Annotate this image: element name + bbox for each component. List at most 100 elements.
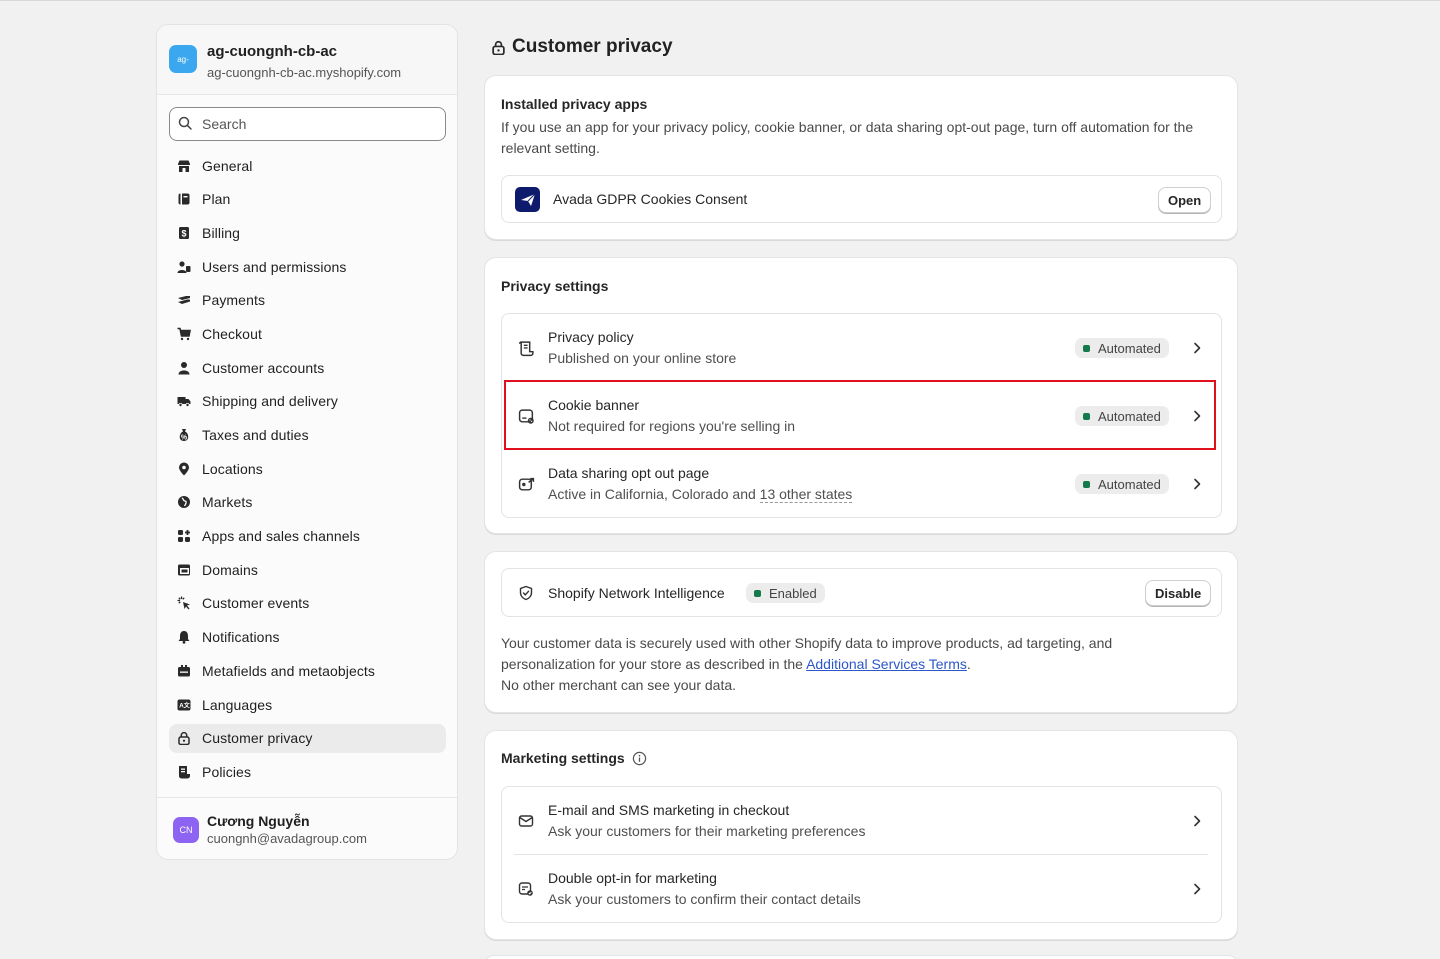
sidebar-item-general[interactable]: General: [169, 151, 446, 180]
row-subtitle: Not required for regions you're selling …: [548, 418, 796, 434]
app-row: Avada GDPR Cookies Consent Open: [501, 175, 1222, 223]
settings-nav: General Plan $ Billing Users and permiss…: [169, 151, 446, 791]
privacy-settings-card: Privacy settings Privacy policy Publishe…: [484, 257, 1238, 534]
truck-icon: [177, 394, 191, 408]
svg-text:$: $: [181, 228, 186, 238]
sidebar-item-policies[interactable]: Policies: [169, 757, 446, 786]
data-sharing-icon: [516, 474, 536, 494]
sidebar-item-plan[interactable]: Plan: [169, 185, 446, 214]
sidebar-item-label: Domains: [202, 561, 258, 578]
shield-icon: [516, 583, 536, 603]
privacy-settings-list: Privacy policy Published on your online …: [501, 313, 1222, 518]
row-title: Shopify Network Intelligence: [548, 585, 725, 601]
sidebar-item-checkout[interactable]: Checkout: [169, 319, 446, 348]
open-app-button[interactable]: Open: [1158, 187, 1212, 213]
sidebar-item-users[interactable]: Users and permissions: [169, 252, 446, 281]
search-input[interactable]: [202, 116, 432, 132]
disable-button[interactable]: Disable: [1145, 580, 1212, 606]
bell-icon: [177, 630, 191, 644]
plan-icon: [177, 192, 191, 206]
payments-icon: [177, 293, 191, 307]
marketing-settings-list: E-mail and SMS marketing in checkout Ask…: [501, 786, 1222, 923]
sidebar-item-label: Payments: [202, 292, 266, 309]
sidebar-item-label: Languages: [202, 696, 273, 713]
sidebar-item-domains[interactable]: Domains: [169, 555, 446, 584]
privacy-policy-row[interactable]: Privacy policy Published on your online …: [502, 314, 1221, 382]
sidebar-item-apps[interactable]: Apps and sales channels: [169, 522, 446, 551]
sidebar-item-payments[interactable]: Payments: [169, 286, 446, 315]
row-subtitle: Ask your customers for their marketing p…: [548, 823, 866, 839]
page-title-text: Customer privacy: [512, 36, 673, 57]
data-sharing-row[interactable]: Data sharing opt out page Active in Cali…: [502, 450, 1221, 518]
metafields-icon: [177, 664, 191, 678]
sidebar-item-label: Shipping and delivery: [202, 393, 338, 410]
status-badge: Automated: [1075, 406, 1169, 426]
additional-services-terms-link[interactable]: Additional Services Terms: [806, 656, 967, 672]
row-title: E-mail and SMS marketing in checkout: [548, 802, 790, 818]
app-name: Avada GDPR Cookies Consent: [553, 191, 748, 207]
double-opt-in-row[interactable]: Double opt-in for marketing Ask your cus…: [502, 855, 1221, 923]
sidebar-item-label: Apps and sales channels: [202, 528, 360, 545]
sidebar-item-customer-events[interactable]: Customer events: [169, 589, 446, 618]
user-profile[interactable]: CN Cương Nguyễn cuongnh@avadagroup.com: [157, 797, 457, 859]
store-name: ag-cuongnh-cb-ac: [207, 43, 337, 60]
card-title: Privacy settings: [501, 278, 609, 294]
top-border: [0, 0, 1440, 1]
apps-icon: [177, 529, 191, 543]
sidebar-item-label: General: [202, 157, 253, 174]
search-box[interactable]: [169, 107, 446, 141]
cookie-banner-row[interactable]: Cookie banner Not required for regions y…: [502, 382, 1221, 450]
sidebar-item-label: Users and permissions: [202, 258, 347, 275]
sidebar-item-label: Markets: [202, 494, 253, 511]
store-icon: [177, 159, 191, 173]
chevron-right-icon: [1194, 342, 1201, 354]
sidebar-item-customer-accounts[interactable]: Customer accounts: [169, 353, 446, 382]
sidebar-item-taxes[interactable]: % Taxes and duties: [169, 421, 446, 450]
sidebar-item-label: Customer accounts: [202, 359, 325, 376]
settings-sidebar: ag- ag-cuongnh-cb-ac ag-cuongnh-cb-ac.my…: [156, 24, 458, 860]
svg-text:%: %: [181, 435, 188, 442]
sidebar-item-label: Customer events: [202, 595, 310, 612]
avada-app-icon: [515, 187, 540, 212]
row-title: Double opt-in for marketing: [548, 870, 717, 886]
sidebar-item-notifications[interactable]: Notifications: [169, 623, 446, 652]
cart-icon: [177, 327, 191, 341]
row-title: Data sharing opt out page: [548, 465, 710, 481]
sidebar-item-label: Checkout: [202, 325, 262, 342]
status-badge: Automated: [1075, 338, 1169, 358]
globe-icon: [177, 495, 191, 509]
domains-icon: [177, 563, 191, 577]
avatar: CN: [173, 816, 199, 843]
store-avatar: ag-: [169, 45, 197, 73]
sidebar-item-label: Customer privacy: [202, 730, 313, 747]
network-desc-line-3: No other merchant can see your data.: [501, 677, 737, 693]
sidebar-item-metafields[interactable]: Metafields and metaobjects: [169, 656, 446, 685]
row-subtitle-prefix: Active in California, Colorado and: [548, 486, 760, 502]
other-states-tooltip-trigger[interactable]: 13 other states: [759, 486, 853, 503]
sidebar-item-languages[interactable]: A文 Languages: [169, 690, 446, 719]
info-icon[interactable]: [632, 751, 647, 766]
double-opt-in-icon: [516, 879, 536, 899]
sidebar-item-label: Metafields and metaobjects: [202, 662, 376, 679]
row-title: Cookie banner: [548, 397, 640, 413]
sidebar-item-billing[interactable]: $ Billing: [169, 218, 446, 247]
email-sms-marketing-row[interactable]: E-mail and SMS marketing in checkout Ask…: [502, 787, 1221, 855]
store-switcher[interactable]: ag- ag-cuongnh-cb-ac ag-cuongnh-cb-ac.my…: [157, 25, 457, 95]
lock-icon: [177, 731, 191, 746]
sidebar-item-locations[interactable]: Locations: [169, 454, 446, 483]
search-icon: [178, 116, 192, 133]
row-subtitle: Ask your customers to confirm their cont…: [548, 891, 861, 907]
chevron-right-icon: [1194, 883, 1201, 895]
card-description: If you use an app for your privacy polic…: [501, 119, 1194, 156]
network-desc-prefix: personalization for your store as descri…: [501, 656, 807, 672]
status-badge: Enabled: [746, 583, 825, 603]
sidebar-item-markets[interactable]: Markets: [169, 488, 446, 517]
users-icon: [177, 260, 191, 274]
status-badge: Automated: [1075, 474, 1169, 494]
user-email: cuongnh@avadagroup.com: [207, 831, 367, 846]
card-title: Installed privacy apps: [501, 96, 648, 112]
sidebar-item-customer-privacy[interactable]: Customer privacy: [169, 723, 446, 753]
sidebar-item-shipping[interactable]: Shipping and delivery: [169, 387, 446, 416]
row-title: Privacy policy: [548, 329, 634, 345]
card-title: Marketing settings: [501, 750, 647, 766]
